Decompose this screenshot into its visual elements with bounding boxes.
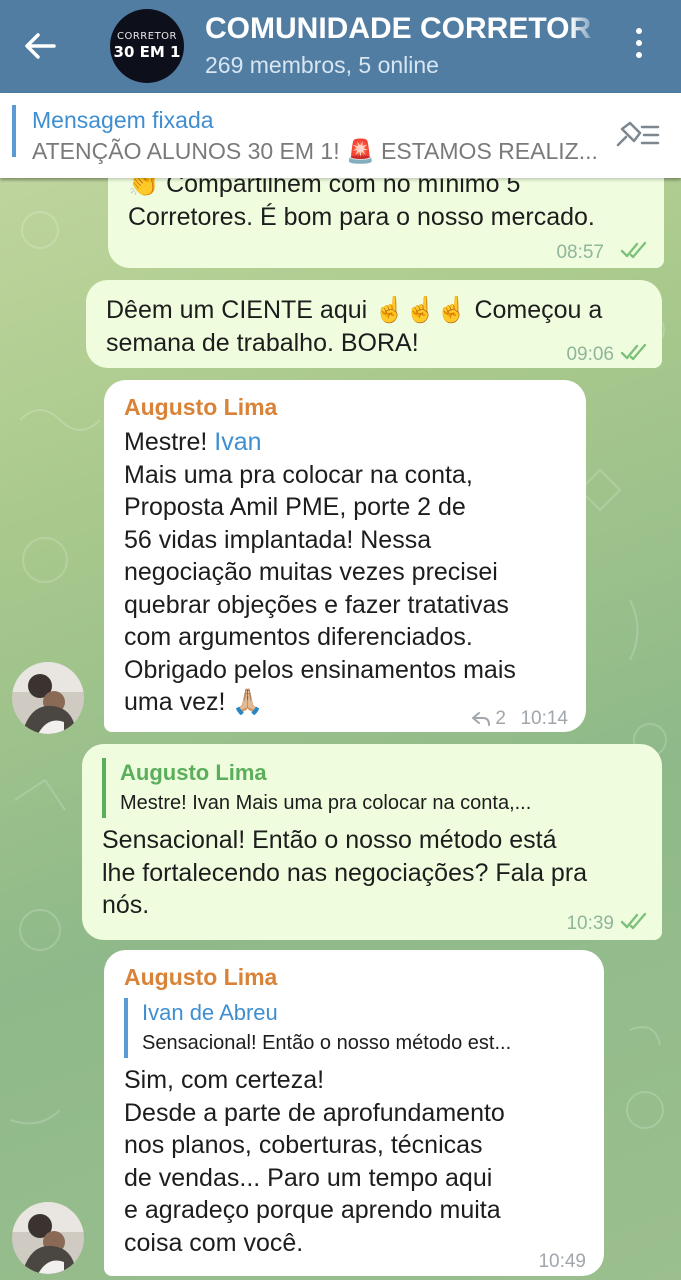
pinned-message-bar-overlay: Mensagem fixada ATENÇÃO ALUNOS 30 EM 1! … [0,93,681,178]
pinned-title: Mensagem fixada [32,107,214,133]
read-checkmarks-icon [620,912,647,930]
pinned-text: ATENÇÃO ALUNOS 30 EM 1! 🚨 ESTAMOS REALIZ… [32,138,598,164]
chat-header: CORRETOR 30 EM 1 COMUNIDADE CORRETOR 30 … [0,0,681,93]
message-time: 10:14 [520,708,568,729]
message-text-line: quebrar objeções e fazer tratativas [124,590,509,619]
message-bubble[interactable]: Augusto Lima Ivan de Abreu Sensacional! … [104,950,604,1276]
message-text-line: Mais uma pra colocar na conta, [124,460,473,489]
back-button[interactable] [18,24,62,68]
message-text-line: e agradeço porque aprendo muita [124,1196,501,1224]
message-text-line: Obrigado pelos ensinamentos mais [124,655,516,684]
reply-arrow-icon [472,712,491,727]
pinned-indicator [12,105,16,157]
message-text-line: negociação muitas vezes precisei [124,558,498,586]
quote-sender: Ivan de Abreu [142,1000,278,1025]
group-avatar-line2: 30 EM 1 [113,43,181,61]
sender-name: Augusto Lima [124,394,278,420]
reply-quote[interactable]: Augusto Lima Mestre! Ivan Mais uma pra c… [102,758,642,818]
user-mention[interactable]: Ivan [214,428,261,456]
quote-text: Sensacional! Então o nosso método est... [142,1032,512,1054]
chat-title-text: COMUNIDADE CORRETOR 30 EM 1 [205,12,600,45]
user-photo-icon [12,662,84,734]
quote-text: Mestre! Ivan Mais uma pra colocar na con… [120,792,532,814]
message-text-line: Sensacional! Então o nosso método está [102,826,557,854]
sender-name: Augusto Lima [124,964,278,990]
message-text-line: Sim, com certeza! [124,1066,325,1094]
message-time: 08:57 [556,242,604,263]
message-text-line: Desde a parte de aprofundamento [124,1098,505,1127]
message-text-line: 56 vidas implantada! Nessa [124,525,432,554]
replies-count: 2 [495,708,506,729]
more-options-button[interactable] [626,28,652,64]
group-avatar[interactable]: CORRETOR 30 EM 1 [110,9,184,83]
pinned-list-button[interactable] [612,117,662,153]
message-text: Mestre! [124,428,215,456]
chat-subtitle: 269 membros, 5 online [205,52,439,78]
arrow-left-icon [25,33,56,59]
message-time: 09:06 [566,344,614,365]
message-text-line: Corretores. É bom para o nosso mercado. [128,202,595,231]
more-vertical-icon [626,28,652,58]
user-avatar[interactable] [12,662,84,734]
user-photo-icon [12,1202,84,1274]
message-text-line: lhe fortalecendo nas negociações? Fala p… [102,858,588,887]
message-time: 10:49 [538,1251,586,1272]
quote-sender: Augusto Lima [120,760,267,785]
chat-title[interactable]: COMUNIDADE CORRETOR 30 EM 1 [205,12,600,48]
user-avatar[interactable] [12,1202,84,1274]
message-text-line: de vendas... Paro um tempo aqui [124,1163,493,1192]
message-text-line: nos planos, coberturas, técnicas [124,1131,483,1159]
title-fade [570,12,600,48]
pin-list-icon [616,121,660,147]
message-text-line: Mestre! Ivan [124,426,566,459]
message-bubble[interactable]: Augusto Lima Mestre! Ivan Mais uma pra c… [104,380,586,732]
message-bubble[interactable]: Dêem um CIENTE aqui ☝️☝️☝️ Começou a sem… [86,280,662,368]
message-text-line: com argumentos diferenciados. [124,623,473,651]
replies-counter[interactable]: 2 [471,703,506,736]
read-checkmarks-icon [620,241,647,259]
message-text-line: Proposta Amil PME, porte 2 de [124,493,466,521]
read-checkmarks-icon [620,343,647,361]
message-bubble[interactable]: Augusto Lima Mestre! Ivan Mais uma pra c… [82,744,662,940]
message-text-line: Dêem um CIENTE aqui ☝️☝️☝️ Começou a [106,296,603,324]
message-time: 10:39 [566,913,614,934]
message-text-line: semana de trabalho. BORA! [106,328,419,357]
message-text-line: nós. [102,891,150,919]
message-text-line: coisa com você. [124,1228,304,1257]
reply-quote[interactable]: Ivan de Abreu Sensacional! Então o nosso… [124,998,584,1058]
group-avatar-line1: CORRETOR [117,31,177,42]
